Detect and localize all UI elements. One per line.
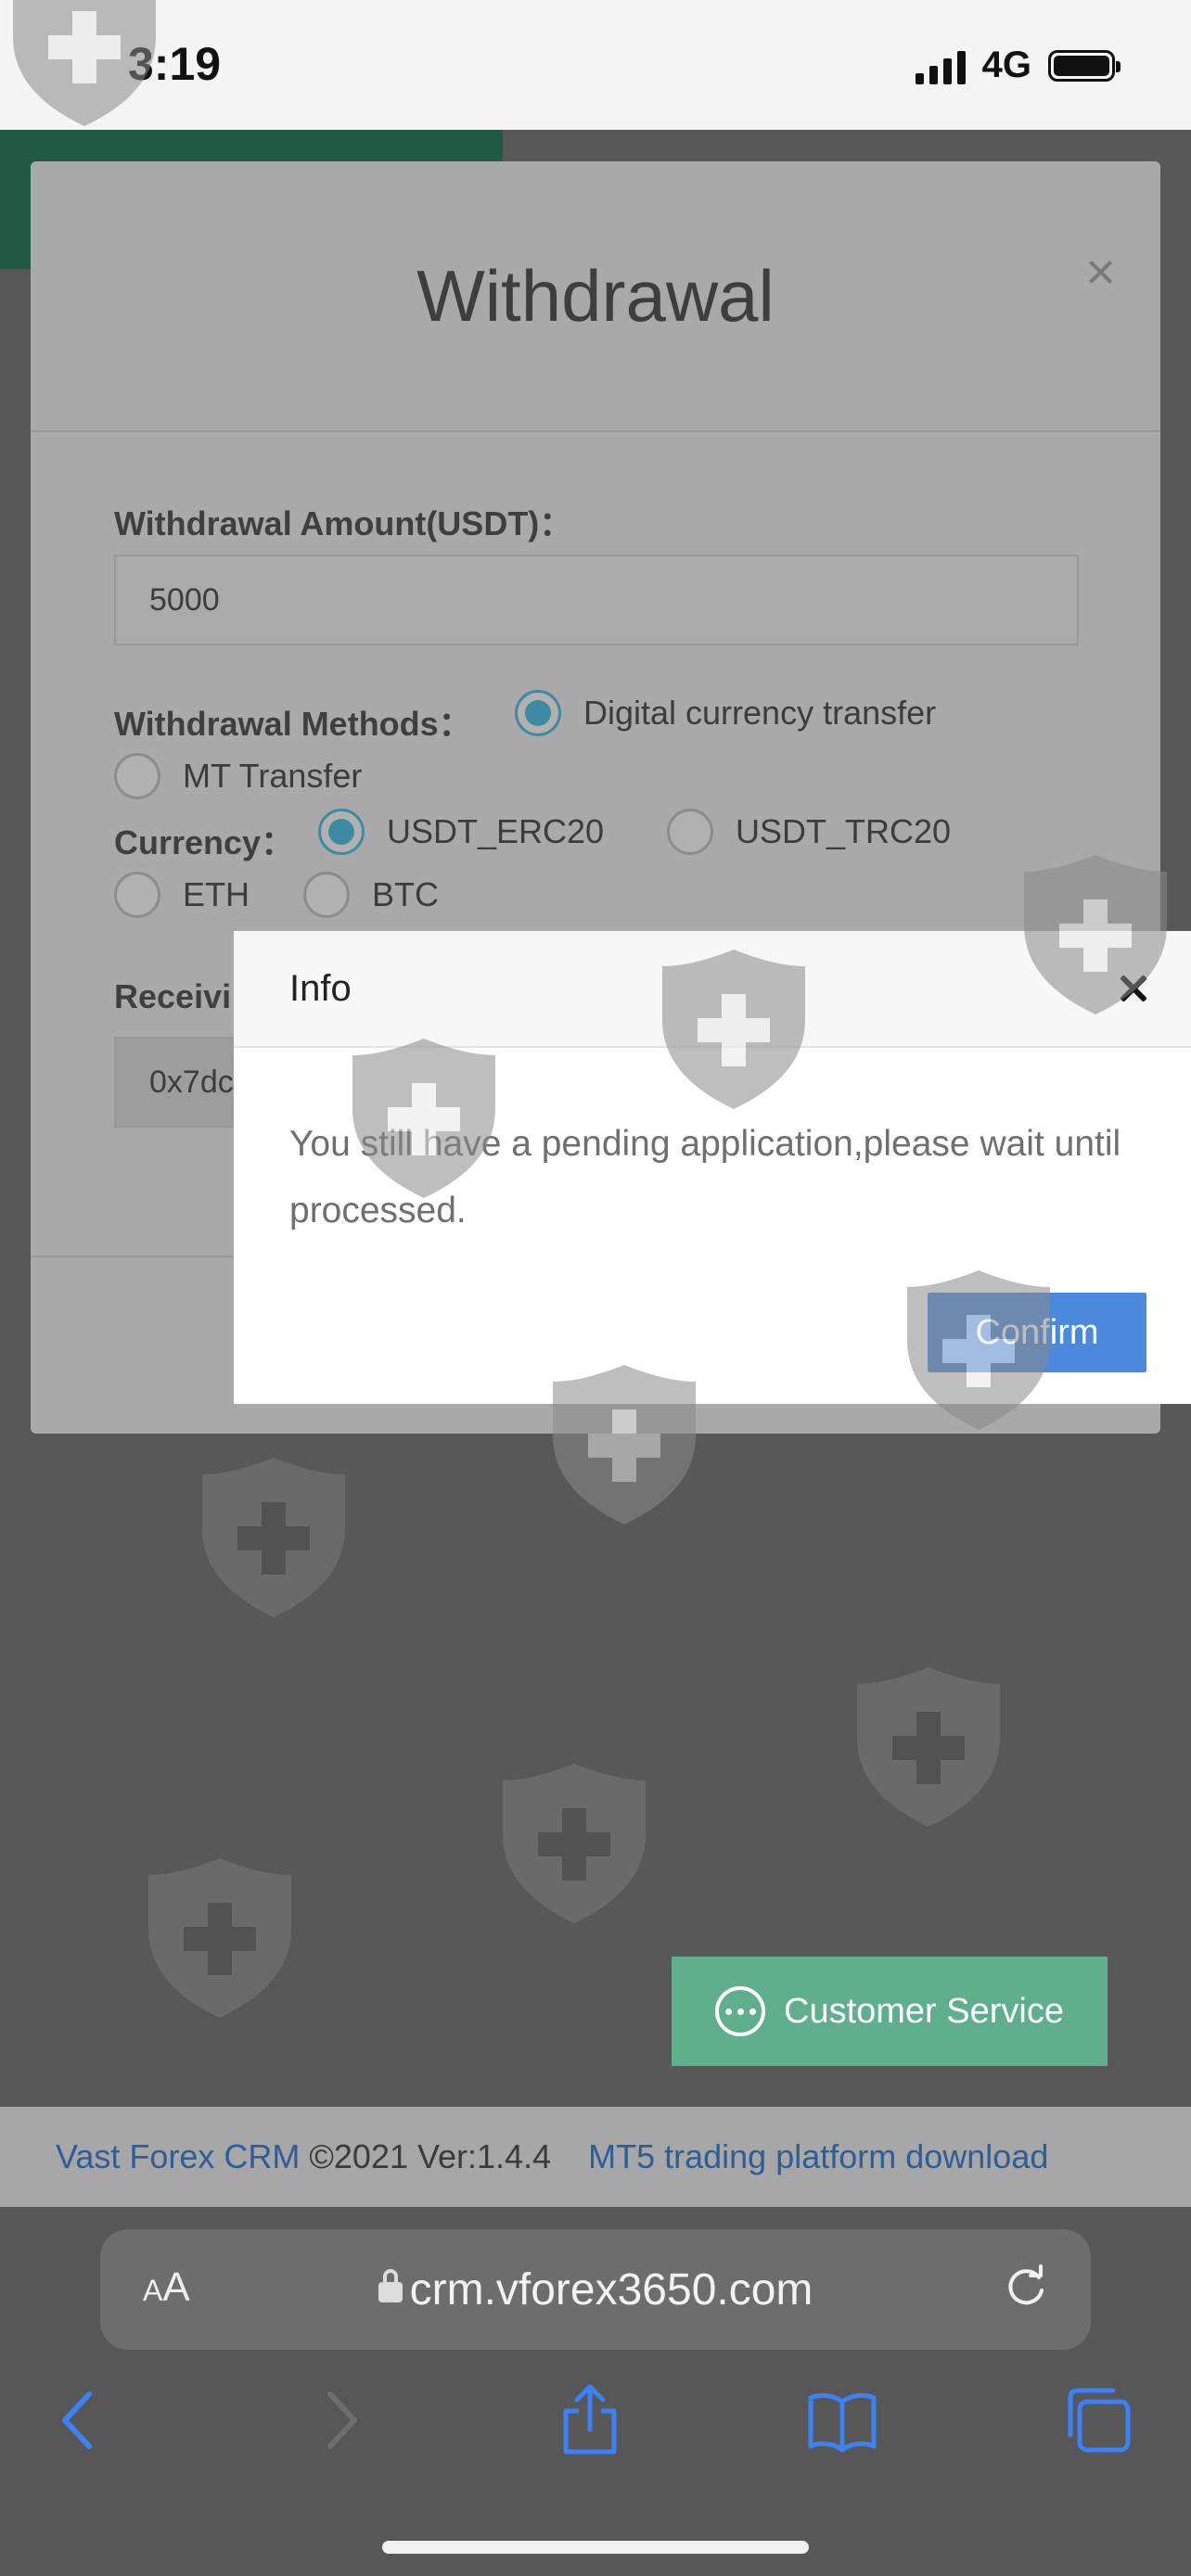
- battery-icon: [1048, 49, 1121, 82]
- shield-watermark-icon: [1024, 855, 1167, 1014]
- currency-label-text: USDT_TRC20: [736, 812, 952, 850]
- address-bar[interactable]: AA crm.vforex3650.com: [100, 2229, 1091, 2350]
- receiving-address-label: Receivi: [114, 977, 232, 1015]
- method-label: Digital currency transfer: [583, 694, 937, 732]
- currency-option-usdt-erc20[interactable]: USDT_ERC20: [318, 809, 604, 855]
- methods-label: Withdrawal Methods：: [114, 705, 472, 743]
- browser-toolbar: [0, 2374, 1191, 2467]
- divider: [31, 430, 1160, 432]
- shield-watermark-icon: [148, 1858, 291, 2018]
- share-icon[interactable]: [553, 2383, 627, 2457]
- shield-watermark-icon: [13, 0, 156, 126]
- url-display[interactable]: crm.vforex3650.com: [100, 2264, 1091, 2315]
- method-option-digital[interactable]: Digital currency transfer: [515, 690, 936, 736]
- radio-icon[interactable]: [303, 872, 350, 918]
- network-type: 4G: [981, 45, 1031, 85]
- page-footer: Vast Forex CRM ©2021 Ver:1.4.4 MT5 tradi…: [0, 2107, 1191, 2207]
- currency-option-eth[interactable]: ETH: [114, 872, 250, 918]
- radio-selected-icon[interactable]: [515, 690, 561, 736]
- currency-option-usdt-trc20[interactable]: USDT_TRC20: [667, 809, 951, 855]
- shield-watermark-icon: [553, 1365, 696, 1524]
- cellular-signal-icon: [915, 47, 966, 84]
- currency-label-text: BTC: [372, 875, 439, 913]
- radio-icon[interactable]: [114, 872, 160, 918]
- currency-label-text: ETH: [183, 875, 250, 913]
- home-indicator: [382, 2541, 809, 2554]
- method-label: MT Transfer: [183, 757, 363, 795]
- back-icon[interactable]: [43, 2383, 117, 2457]
- shield-watermark-icon: [202, 1458, 345, 1617]
- amount-input[interactable]: 5000: [114, 555, 1079, 645]
- brand-link[interactable]: Vast Forex CRM: [56, 2137, 300, 2176]
- status-bar: 3:19 4G: [0, 0, 1191, 130]
- lock-icon: [378, 2269, 403, 2302]
- forward-icon[interactable]: [302, 2383, 377, 2457]
- radio-selected-icon[interactable]: [318, 809, 365, 855]
- shield-watermark-icon: [352, 1039, 495, 1198]
- radio-icon[interactable]: [114, 753, 160, 799]
- withdrawal-title: Withdrawal: [416, 255, 775, 337]
- method-option-mt[interactable]: MT Transfer: [114, 753, 362, 799]
- customer-service-button[interactable]: Customer Service: [672, 1957, 1108, 2066]
- amount-label: Withdrawal Amount(USDT)：: [114, 504, 573, 542]
- bookmarks-icon[interactable]: [805, 2383, 879, 2457]
- customer-service-label: Customer Service: [784, 1991, 1064, 2031]
- info-dialog-title: Info: [289, 968, 352, 1009]
- currency-option-btc[interactable]: BTC: [303, 872, 439, 918]
- currency-label-text: USDT_ERC20: [387, 812, 605, 850]
- withdrawal-close-button[interactable]: ×: [1085, 241, 1116, 301]
- reload-icon[interactable]: [1002, 2263, 1050, 2311]
- currency-label: Currency：: [114, 823, 295, 861]
- status-indicators: 4G: [915, 45, 1121, 86]
- shield-watermark-icon: [662, 950, 805, 1109]
- shield-watermark-icon: [503, 1764, 646, 1923]
- url-text: crm.vforex3650.com: [409, 2265, 813, 2315]
- copyright-text: ©2021 Ver:1.4.4: [300, 2137, 552, 2175]
- mt5-download-link[interactable]: MT5 trading platform download: [588, 2137, 1048, 2176]
- chat-bubble-icon: [715, 1986, 765, 2036]
- shield-watermark-icon: [857, 1667, 1000, 1827]
- shield-watermark-icon: [907, 1270, 1050, 1430]
- radio-icon[interactable]: [667, 809, 713, 855]
- tabs-icon[interactable]: [1061, 2383, 1135, 2457]
